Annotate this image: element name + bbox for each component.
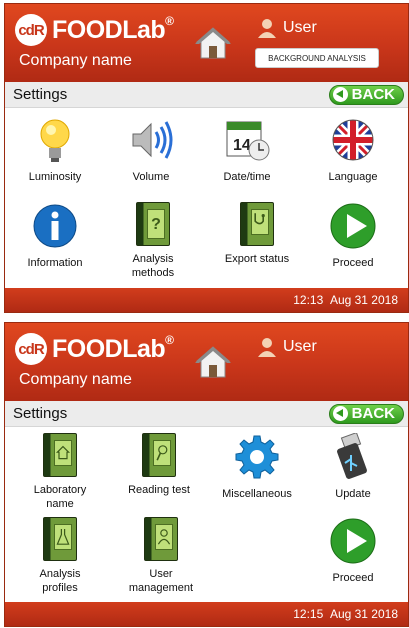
back-button[interactable]: BACK [328, 403, 404, 424]
tile-user-management[interactable]: User management [121, 517, 201, 595]
tile-update[interactable]: Update [305, 431, 401, 501]
back-button[interactable]: BACK [328, 84, 404, 105]
tile-label: Luminosity [28, 171, 82, 183]
tile-label: Export status [224, 253, 290, 265]
status-bar: 12:13 Aug 31 2018 [5, 288, 408, 312]
clock: 12:15 [293, 607, 324, 621]
tile-proceed[interactable]: Proceed [305, 517, 401, 585]
title-bar: Settings BACK [5, 401, 408, 427]
clock: 12:13 [293, 293, 324, 307]
tile-label: Reading test [128, 484, 190, 496]
home-icon[interactable] [195, 26, 231, 60]
company-name: Company name [19, 371, 132, 388]
tile-analysis-profiles[interactable]: Analysis profiles [25, 517, 95, 595]
book-magnifier-icon [135, 433, 183, 481]
tile-datetime[interactable]: 14 Date/time [199, 116, 295, 184]
tile-label: User management [128, 568, 194, 594]
book-home-icon [36, 433, 84, 481]
logo: cdR FOODLab® [15, 14, 174, 46]
user-icon [258, 19, 276, 38]
tile-label: Update [335, 488, 371, 500]
tile-label: Proceed [332, 257, 374, 269]
bulb-icon [40, 119, 70, 162]
user-menu[interactable]: User [257, 337, 317, 357]
tile-luminosity[interactable]: Luminosity [7, 116, 103, 184]
brand-name: FOODLab® [52, 332, 174, 363]
header: cdR FOODLab® Company name User [5, 323, 408, 401]
tile-label: Miscellaneous [222, 488, 292, 500]
tile-analysis-methods[interactable]: ? Analysis methods [121, 202, 185, 280]
speaker-icon [132, 121, 173, 159]
tile-label: Language [328, 171, 378, 183]
back-arrow-icon [332, 87, 348, 102]
tile-proceed[interactable]: Proceed [305, 202, 401, 270]
play-icon [330, 203, 376, 249]
company-name: Company name [19, 52, 132, 69]
tile-label: Information [27, 257, 83, 269]
tile-label: Analysis profiles [39, 568, 81, 594]
uk-flag-icon [332, 119, 374, 161]
tile-reading-test[interactable]: Reading test [121, 433, 197, 497]
tile-laboratory-name[interactable]: Laboratory name [25, 433, 95, 511]
date: Aug 31 2018 [329, 293, 398, 307]
cdr-logo: cdR [15, 14, 47, 46]
back-arrow-icon [332, 406, 348, 421]
title-bar: Settings BACK [5, 82, 408, 108]
back-label: BACK [351, 86, 395, 103]
user-label: User [283, 19, 317, 36]
background-analysis-button[interactable]: BACKGROUND ANALYSIS [255, 48, 379, 68]
header: cdR FOODLab® Company name User BACKGROUN… [5, 4, 408, 82]
tile-label: Laboratory name [33, 484, 87, 510]
brand-name: FOODLab® [52, 13, 174, 44]
home-icon[interactable] [195, 345, 231, 379]
tile-language[interactable]: Language [305, 116, 401, 184]
settings-grid: Luminosity Volume 14 Date/time Language … [5, 108, 408, 290]
tile-label: Volume [132, 171, 170, 183]
user-icon [258, 338, 276, 357]
date: Aug 31 2018 [329, 607, 398, 621]
tile-label: Proceed [332, 572, 374, 584]
tile-miscellaneous[interactable]: Miscellaneous [211, 433, 303, 501]
tile-export-status[interactable]: Export status [217, 202, 297, 266]
back-label: BACK [351, 405, 395, 422]
svg-text:14: 14 [233, 137, 251, 154]
book-flask-icon [36, 517, 84, 565]
play-icon [330, 518, 376, 564]
info-icon [33, 204, 77, 248]
tile-label: Analysis methods [131, 253, 175, 279]
tile-information[interactable]: Information [7, 202, 103, 270]
user-menu[interactable]: User [257, 18, 317, 38]
tile-label: Date/time [223, 171, 271, 183]
book-question-icon: ? [129, 202, 177, 250]
book-stethoscope-icon [233, 202, 281, 250]
calendar-clock-icon: 14 [226, 121, 270, 161]
usb-icon [337, 431, 367, 479]
settings-screen-1: cdR FOODLab® Company name User BACKGROUN… [4, 3, 409, 313]
page-title: Settings [13, 86, 68, 103]
page-title: Settings [13, 405, 68, 422]
cdr-logo: cdR [15, 333, 47, 365]
book-person-icon [137, 517, 185, 565]
gear-icon [235, 435, 279, 479]
logo: cdR FOODLab® [15, 333, 174, 365]
status-bar: 12:15 Aug 31 2018 [5, 602, 408, 626]
tile-volume[interactable]: Volume [103, 116, 199, 184]
settings-grid: Laboratory name Reading test Miscellaneo… [5, 427, 408, 609]
user-label: User [283, 338, 317, 355]
settings-screen-2: cdR FOODLab® Company name User Settings … [4, 322, 409, 627]
